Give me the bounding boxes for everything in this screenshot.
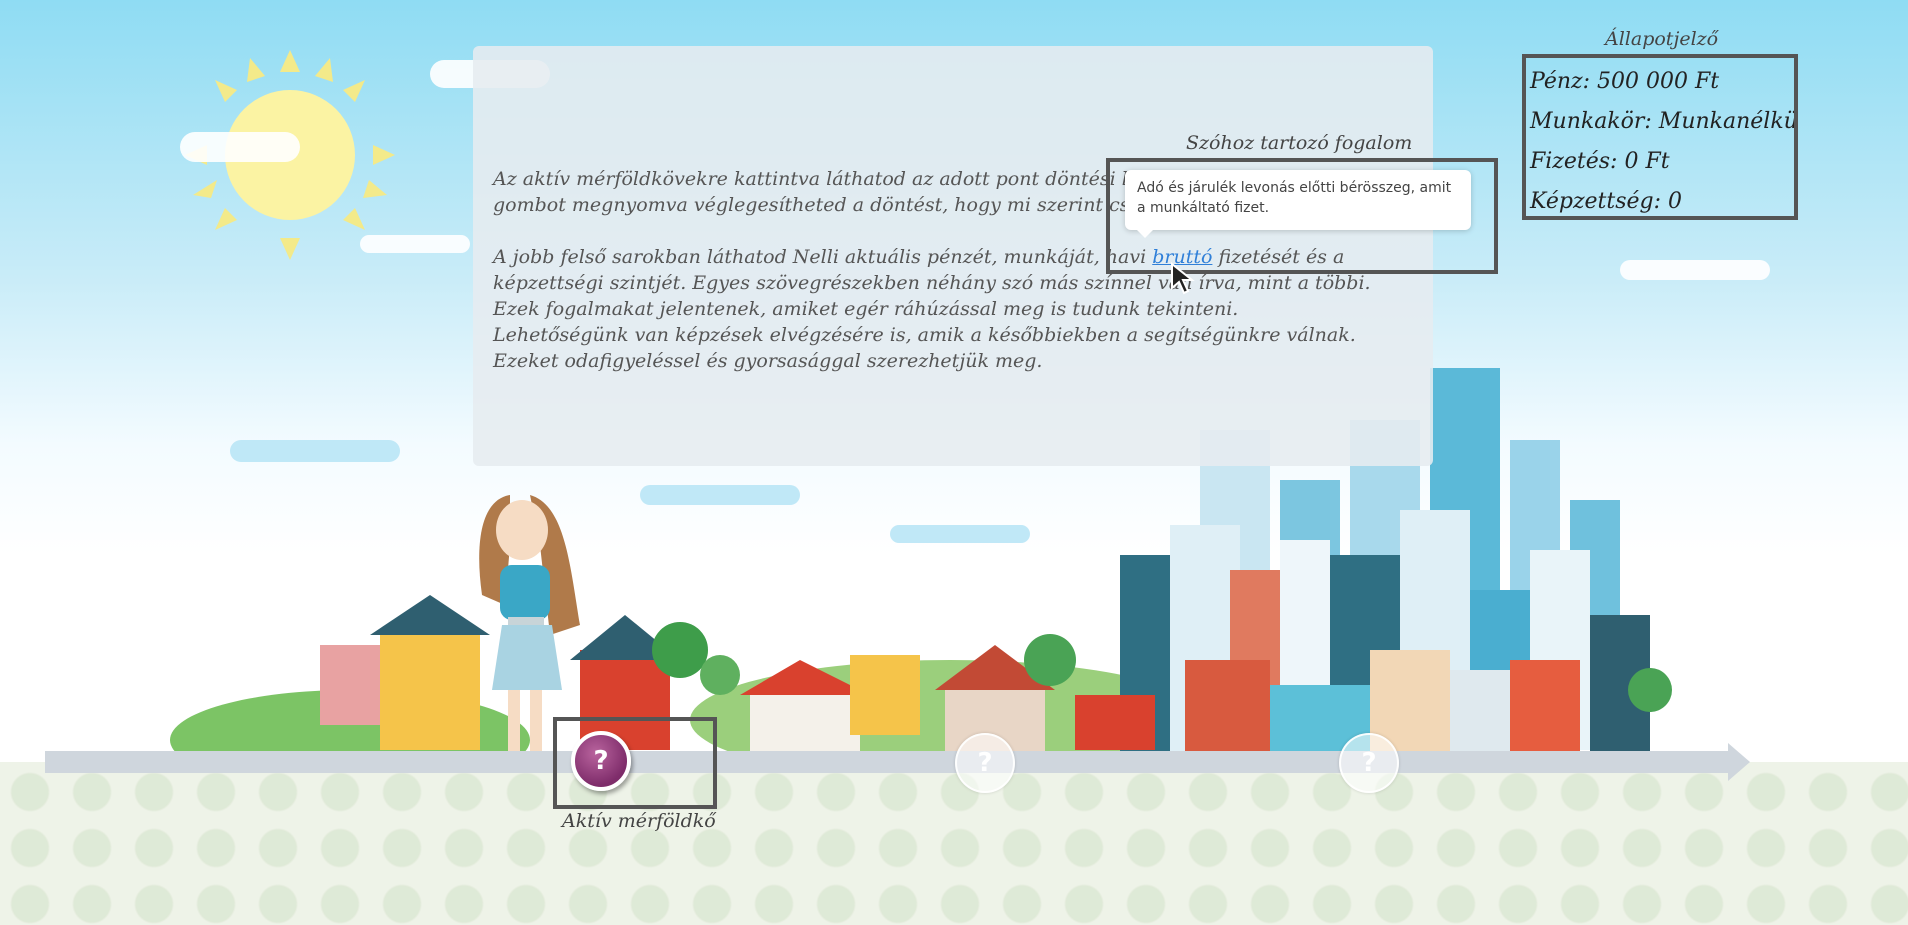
cloud <box>1620 260 1770 280</box>
cloud <box>180 132 300 162</box>
tooltip-annotation-box <box>1106 158 1498 274</box>
status-job: Munkakör: Munkanélküli <box>1530 109 1798 134</box>
status-education: Képzettség: 0 <box>1530 189 1683 214</box>
timeline-track <box>45 751 1730 773</box>
status-panel-label: Állapotjelző <box>1605 28 1719 50</box>
active-milestone-annotation-box <box>553 717 717 809</box>
info-paragraph-2-start: A jobb felső sarokban láthatod Nelli akt… <box>493 246 1153 268</box>
active-milestone-annotation-label: Aktív mérföldkő <box>562 810 716 832</box>
milestone-locked[interactable]: ? <box>1339 733 1399 793</box>
tooltip-annotation-label: Szóhoz tartozó fogalom <box>1186 132 1413 154</box>
status-money: Pénz: 500 000 Ft <box>1530 69 1720 94</box>
info-paragraph-3: Lehetőségünk van képzések elvégzésére is… <box>493 324 1356 372</box>
status-salary: Fizetés: 0 Ft <box>1530 149 1670 174</box>
milestone-locked[interactable]: ? <box>955 733 1015 793</box>
mouse-pointer-icon <box>1171 262 1195 295</box>
timeline-arrow-head <box>1728 743 1750 781</box>
ground-pattern <box>0 762 1908 925</box>
cloud <box>360 235 470 253</box>
status-panel: Pénz: 500 000 Ft Munkakör: Munkanélküli … <box>1522 54 1798 220</box>
